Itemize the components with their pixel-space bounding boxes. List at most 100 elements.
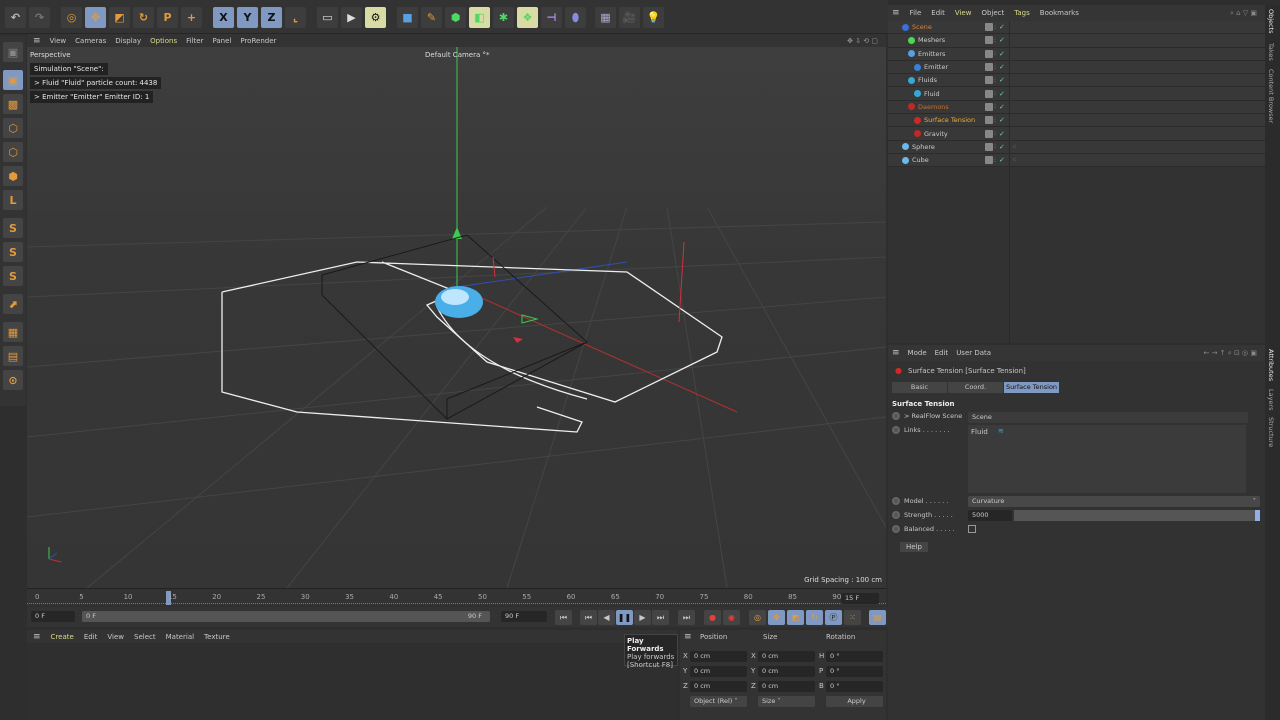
tab-attributes[interactable]: Attributes [1267, 349, 1275, 381]
undo-icon[interactable]: ↶ [5, 7, 26, 28]
rotate-tool-icon[interactable]: ↻ [133, 7, 154, 28]
object-row-surface-tension[interactable]: Surface Tension : ✓ [888, 114, 1265, 128]
key-position-icon[interactable]: ✥ [768, 610, 785, 625]
editor-visibility-icon[interactable] [985, 142, 993, 151]
editor-visibility-icon[interactable] [985, 63, 993, 72]
menu-create[interactable]: Create [51, 633, 74, 641]
help-button[interactable]: Help [900, 542, 928, 552]
enabled-check-icon[interactable]: ✓ [999, 116, 1005, 124]
strength-field[interactable]: 5000 [968, 510, 1012, 521]
animate-icon[interactable] [892, 426, 900, 434]
render-settings-icon[interactable]: ⚙ [365, 7, 386, 28]
object-row-gravity[interactable]: Gravity : ✓ [888, 127, 1265, 141]
points-mode-icon[interactable]: ⬡ [3, 118, 23, 138]
object-name[interactable]: Emitter [924, 63, 948, 71]
cloner-icon[interactable]: ❖ [517, 7, 538, 28]
object-name[interactable]: Daemons [918, 103, 949, 111]
visibility-dots-icon[interactable]: : [994, 130, 996, 137]
tag-icon[interactable]: ⁖ [1012, 156, 1016, 164]
visibility-dots-icon[interactable]: : [994, 77, 996, 84]
previous-key-button[interactable]: ⏮ [580, 610, 597, 625]
select-tool-icon[interactable]: ◎ [61, 7, 82, 28]
timeline-window-icon[interactable]: ▤ [869, 610, 886, 625]
tab-content-browser[interactable]: Content Browser [1267, 69, 1275, 123]
visibility-dots-icon[interactable]: : [994, 37, 996, 44]
key-parameter-icon[interactable]: Ⓟ [825, 610, 842, 625]
enabled-check-icon[interactable]: ✓ [999, 103, 1005, 111]
visibility-dots-icon[interactable]: : [994, 64, 996, 71]
y-axis-icon[interactable]: Y [237, 7, 258, 28]
end-frame-field[interactable]: 90 F [501, 611, 547, 622]
visibility-dots-icon[interactable]: : [994, 103, 996, 110]
go-to-end-button[interactable]: ⏭ [678, 610, 695, 625]
tab-basic[interactable]: Basic [892, 382, 947, 393]
scale-tool-icon[interactable]: ◩ [109, 7, 130, 28]
menu-filter[interactable]: Filter [186, 37, 203, 45]
viewport-nav-icons[interactable]: ✥ ⇩ ⟲ ▢ [847, 37, 878, 45]
editor-visibility-icon[interactable] [985, 49, 993, 58]
move-tool-icon[interactable]: ✥ [85, 7, 106, 28]
object-name[interactable]: Sphere [912, 143, 935, 151]
visibility-dots-icon[interactable]: : [994, 157, 996, 164]
coordinate-field[interactable]: 0 cm [690, 666, 747, 677]
grid-icon[interactable]: ▦ [3, 322, 23, 342]
object-row-meshers[interactable]: Meshers : ✓ [888, 34, 1265, 48]
coordinate-field[interactable]: 0 cm [758, 666, 815, 677]
tab-coord[interactable]: Coord. [948, 382, 1003, 393]
tab-objects[interactable]: Objects [1267, 9, 1275, 34]
subdivision-icon[interactable]: ⬢ [445, 7, 466, 28]
model-select[interactable]: Curvature ˅ [968, 496, 1260, 507]
material-area[interactable] [27, 643, 677, 720]
menu-mode[interactable]: Mode [908, 349, 927, 357]
record-keys-icon[interactable]: ● [704, 610, 721, 625]
menu-material[interactable]: Material [166, 633, 194, 641]
tweak-icon[interactable]: ⬈ [3, 294, 23, 314]
object-name[interactable]: Cube [912, 156, 929, 164]
editor-visibility-icon[interactable] [985, 102, 993, 111]
z-axis-icon[interactable]: Z [261, 7, 282, 28]
menu-object[interactable]: Object [981, 9, 1004, 17]
object-name[interactable]: Fluid [924, 90, 940, 98]
coordinate-mode-select[interactable]: Object (Rel) ˅ [690, 696, 747, 707]
enabled-check-icon[interactable]: ✓ [999, 76, 1005, 84]
snap-icon[interactable]: S [3, 218, 23, 238]
render-view-icon[interactable]: ▭ [317, 7, 338, 28]
coordinate-field[interactable]: 0 ° [826, 666, 883, 677]
object-row-daemons[interactable]: Daemons : ✓ [888, 100, 1265, 115]
autokey-icon[interactable]: ◉ [723, 610, 740, 625]
search-filter-icons[interactable]: ⌕ ⌂ ▽ ▣ [1230, 9, 1257, 18]
menu-user-data[interactable]: User Data [956, 349, 991, 357]
coordinate-system-icon[interactable]: ⌞ [285, 7, 306, 28]
mograph-icon[interactable]: ✱ [493, 7, 514, 28]
lock-workplane-icon[interactable]: ▤ [3, 346, 23, 366]
menu-display[interactable]: Display [115, 37, 141, 45]
object-name[interactable]: Fluids [918, 76, 937, 84]
enabled-check-icon[interactable]: ✓ [999, 36, 1005, 44]
hamburger-icon[interactable]: ≡ [33, 632, 41, 642]
editor-visibility-icon[interactable] [985, 36, 993, 45]
tag-icon[interactable]: ⁖ [1012, 143, 1016, 151]
editor-visibility-icon[interactable] [985, 23, 993, 32]
tab-structure[interactable]: Structure [1267, 417, 1275, 447]
play-forwards-button[interactable]: ❚❚ [616, 610, 633, 625]
coordinate-field[interactable]: 0 cm [758, 651, 815, 662]
x-axis-icon[interactable]: X [213, 7, 234, 28]
key-rotation-icon[interactable]: ↻ [806, 610, 823, 625]
menu-cameras[interactable]: Cameras [75, 37, 106, 45]
menu-options[interactable]: Options [150, 37, 177, 45]
current-frame-field[interactable]: 15 F [841, 593, 879, 604]
animate-icon[interactable] [892, 525, 900, 533]
object-row-fluids[interactable]: Fluids : ✓ [888, 74, 1265, 88]
snap-settings-icon[interactable]: S [3, 242, 23, 262]
deformer-icon[interactable]: ⊣ [541, 7, 562, 28]
extrude-icon[interactable]: ◧ [469, 7, 490, 28]
axis-icon[interactable]: L [3, 190, 23, 210]
menu-edit[interactable]: Edit [931, 9, 945, 17]
tab-surface-tension[interactable]: Surface Tension [1004, 382, 1059, 393]
object-row-fluid[interactable]: Fluid : ✓ [888, 87, 1265, 101]
coordinate-field[interactable]: 0 cm [690, 651, 747, 662]
strength-slider[interactable] [1014, 510, 1260, 521]
object-row-sphere[interactable]: Sphere : ✓ ⁖ [888, 140, 1265, 154]
hamburger-icon[interactable]: ≡ [892, 348, 900, 358]
paint-icon[interactable]: ⊙ [3, 370, 23, 390]
